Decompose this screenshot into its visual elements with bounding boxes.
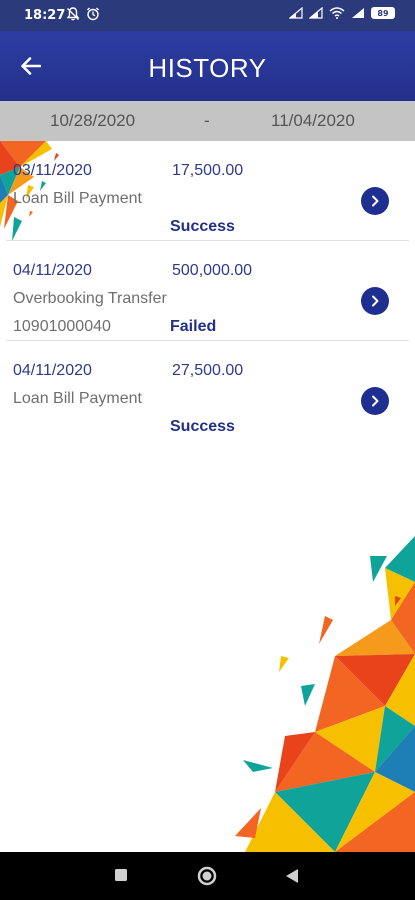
transaction-type: Loan Bill Payment (13, 190, 142, 207)
chevron-right-icon (372, 295, 379, 307)
chevron-right-icon (372, 195, 379, 207)
transaction-type: Loan Bill Payment (13, 390, 142, 407)
status-left-icons (66, 7, 100, 21)
transaction-row[interactable]: 04/11/2020 27,500.00 Loan Bill Payment S… (6, 341, 409, 441)
transaction-row[interactable]: 04/11/2020 500,000.00 Overbooking Transf… (6, 241, 409, 341)
signal-icon (289, 7, 303, 19)
nav-back-button[interactable] (285, 868, 299, 889)
transaction-row[interactable]: 03/11/2020 17,500.00 Loan Bill Payment S… (6, 141, 409, 241)
app-header: HISTORY (0, 31, 415, 101)
signal-icon-2 (309, 7, 323, 19)
status-time: 18:27 (24, 8, 66, 23)
back-icon (286, 869, 298, 883)
transaction-account: 10901000040 (13, 318, 111, 335)
alarm-icon (87, 7, 99, 21)
status-bar: 18:27 89 (0, 0, 415, 31)
transaction-status: Success (170, 218, 235, 235)
battery-icon: 89 (371, 7, 395, 19)
recent-apps-icon (115, 869, 127, 881)
transaction-amount: 17,500.00 (172, 162, 244, 179)
decorative-shapes-bottom-right (235, 536, 415, 852)
transaction-date: 03/11/2020 (13, 162, 92, 179)
date-separator: - (204, 111, 210, 130)
home-icon (197, 866, 217, 886)
transaction-type: Overbooking Transfer (13, 290, 167, 307)
system-nav-bar (0, 852, 415, 900)
transaction-status: Success (170, 418, 235, 435)
transaction-list: 03/11/2020 17,500.00 Loan Bill Payment S… (0, 141, 415, 441)
status-right-icons: 89 (289, 7, 395, 19)
chevron-right-icon (372, 395, 379, 407)
transaction-date: 04/11/2020 (13, 362, 92, 379)
transaction-date: 04/11/2020 (13, 262, 92, 279)
transaction-detail-button[interactable] (361, 387, 389, 415)
transaction-amount: 500,000.00 (172, 262, 253, 279)
wifi-icon (329, 7, 345, 19)
transaction-detail-button[interactable] (361, 187, 389, 215)
date-range-bar: 10/28/2020 - 11/04/2020 (0, 101, 415, 141)
signal-icon-3 (352, 8, 364, 18)
transaction-amount: 27,500.00 (172, 362, 244, 379)
date-from[interactable]: 10/28/2020 (50, 111, 135, 131)
notification-off-icon (66, 7, 80, 21)
recent-apps-button[interactable] (114, 868, 128, 887)
page-title: HISTORY (148, 53, 267, 83)
history-content: 03/11/2020 17,500.00 Loan Bill Payment S… (0, 141, 415, 852)
date-to[interactable]: 11/04/2020 (271, 111, 355, 131)
home-button[interactable] (197, 866, 217, 891)
transaction-detail-button[interactable] (361, 287, 389, 315)
transaction-status: Failed (170, 318, 217, 335)
